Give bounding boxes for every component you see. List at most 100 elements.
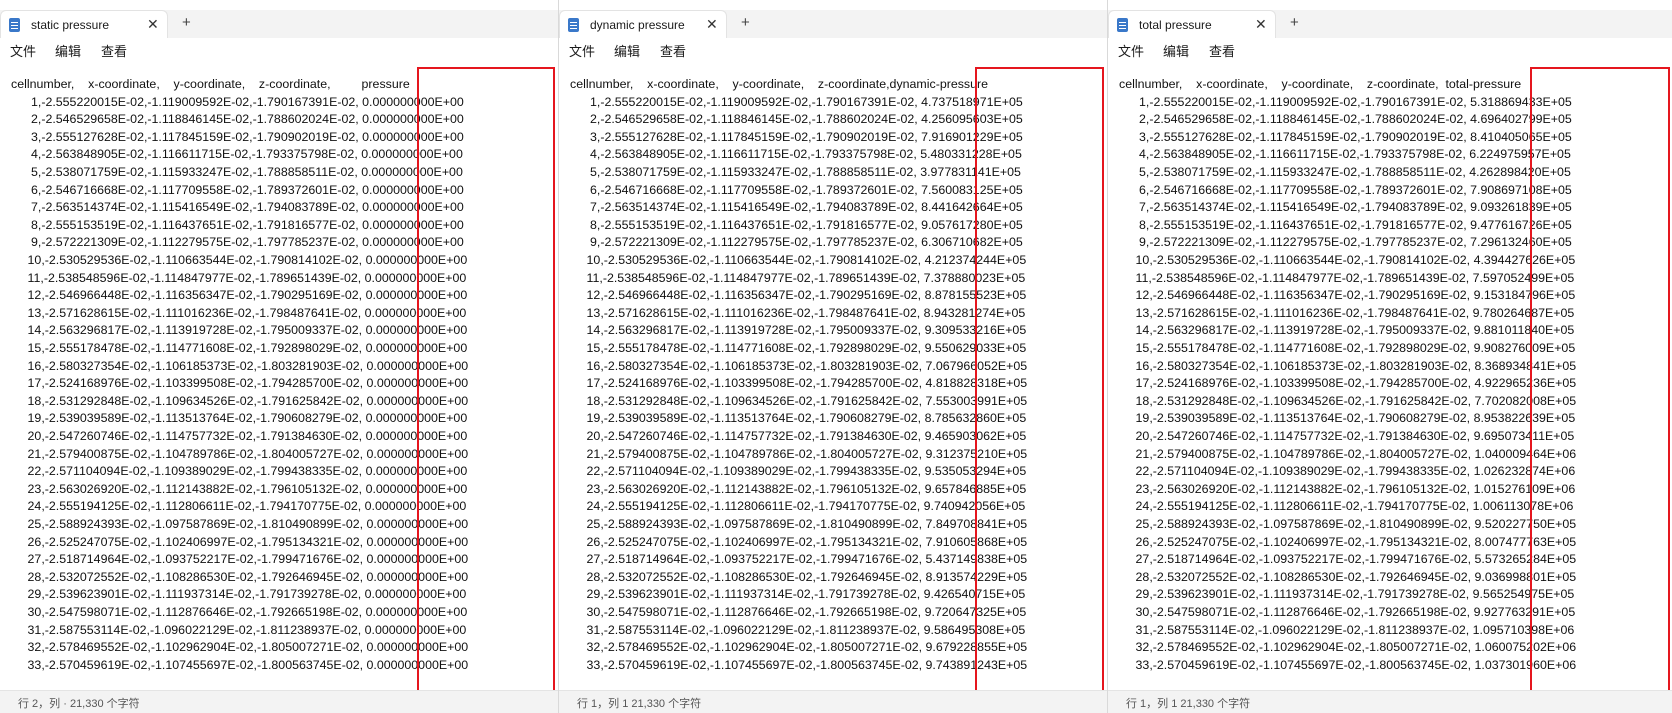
data-line: 11,-2.538548596E-02,-1.114847977E-02,-1.… [1108, 270, 1575, 285]
data-line: 31,-2.587553114E-02,-1.096022129E-02,-1.… [0, 622, 467, 637]
data-line: 4,-2.563848905E-02,-1.116611715E-02,-1.7… [1108, 147, 1571, 162]
status-text: 行 1，列 1 21,330 个字符 [577, 698, 702, 710]
data-line: 19,-2.539039589E-02,-1.113513764E-02,-1.… [0, 411, 468, 426]
menu-view[interactable]: 查看 [660, 41, 686, 60]
menu-file[interactable]: 文件 [1118, 41, 1144, 60]
data-line: 23,-2.563026920E-02,-1.112143882E-02,-1.… [0, 481, 468, 496]
data-line: 14,-2.563296817E-02,-1.113919728E-02,-1.… [559, 323, 1027, 338]
data-line: 18,-2.531292848E-02,-1.109634526E-02,-1.… [559, 393, 1028, 408]
menu-bar: 文件 编辑 查看 [1108, 38, 1672, 62]
data-line: 12,-2.546966448E-02,-1.116356347E-02,-1.… [559, 288, 1027, 303]
data-line: 33,-2.570459619E-02,-1.107455697E-02,-1.… [559, 657, 1028, 672]
new-tab-button[interactable]: + [182, 14, 191, 32]
data-line: 26,-2.525247075E-02,-1.102406997E-02,-1.… [0, 534, 469, 549]
data-line: 21,-2.579400875E-02,-1.104789786E-02,-1.… [559, 446, 1028, 461]
tab-static-pressure[interactable]: static pressure ✕ [0, 10, 168, 38]
tab-title: total pressure [1139, 18, 1212, 32]
data-line: 12,-2.546966448E-02,-1.116356347E-02,-1.… [0, 288, 468, 303]
text-editor-area[interactable]: cellnumber, x-coordinate, y-coordinate, … [0, 76, 558, 691]
menu-bar: 文件 编辑 查看 [559, 38, 1107, 62]
menu-edit[interactable]: 编辑 [55, 41, 81, 60]
tab-title: dynamic pressure [590, 18, 685, 32]
document-icon [568, 18, 579, 32]
status-text: 行 2，列 · 21,330 个字符 [18, 698, 140, 710]
data-line: 28,-2.532072552E-02,-1.108286530E-02,-1.… [0, 569, 469, 584]
data-line: 3,-2.555127628E-02,-1.117845159E-02,-1.7… [0, 129, 464, 144]
data-line: 9,-2.572221309E-02,-1.112279575E-02,-1.7… [1108, 235, 1572, 250]
menu-view[interactable]: 查看 [101, 41, 127, 60]
tab-dynamic-pressure[interactable]: dynamic pressure ✕ [559, 10, 727, 38]
data-line: 20,-2.547260746E-02,-1.114757732E-02,-1.… [559, 429, 1027, 443]
menu-edit[interactable]: 编辑 [614, 41, 640, 60]
data-line: 26,-2.525247075E-02,-1.102406997E-02,-1.… [1108, 534, 1577, 549]
data-line: 22,-2.571104094E-02,-1.109389029E-02,-1.… [1108, 464, 1576, 479]
data-line: 2,-2.546529658E-02,-1.118846145E-02,-1.7… [0, 112, 464, 127]
data-line: 32,-2.578469552E-02,-1.102962904E-02,-1.… [0, 640, 469, 655]
data-line: 8,-2.555153519E-02,-1.116437651E-02,-1.7… [1108, 217, 1572, 232]
data-line: 19,-2.539039589E-02,-1.113513764E-02,-1.… [559, 411, 1027, 426]
data-line: 33,-2.570459619E-02,-1.107455697E-02,-1.… [0, 657, 469, 672]
data-line: 3,-2.555127628E-02,-1.117845159E-02,-1.7… [559, 129, 1023, 144]
data-line: 24,-2.555194125E-02,-1.112806611E-02,-1.… [1108, 499, 1574, 514]
data-line: 11,-2.538548596E-02,-1.114847977E-02,-1.… [559, 270, 1026, 285]
data-line: 22,-2.571104094E-02,-1.109389029E-02,-1.… [0, 464, 468, 479]
data-line: 15,-2.555178478E-02,-1.114771608E-02,-1.… [0, 341, 468, 355]
menu-edit[interactable]: 编辑 [1163, 41, 1189, 60]
close-tab-icon[interactable]: ✕ [706, 16, 718, 32]
data-line: 8,-2.555153519E-02,-1.116437651E-02,-1.7… [559, 217, 1023, 232]
data-line: 25,-2.588924393E-02,-1.097587869E-02,-1.… [0, 517, 469, 531]
data-line: 27,-2.518714964E-02,-1.093752217E-02,-1.… [1108, 552, 1577, 567]
data-line: 5,-2.538071759E-02,-1.115933247E-02,-1.7… [1108, 165, 1571, 179]
menu-file[interactable]: 文件 [10, 41, 36, 60]
data-line: 17,-2.524168976E-02,-1.103399508E-02,-1.… [0, 376, 469, 391]
data-line: 8,-2.555153519E-02,-1.116437651E-02,-1.7… [0, 217, 464, 232]
data-line: 29,-2.539623901E-02,-1.111937314E-02,-1.… [0, 587, 467, 602]
data-line: 7,-2.563514374E-02,-1.115416549E-02,-1.7… [0, 200, 464, 215]
data-line: 2,-2.546529658E-02,-1.118846145E-02,-1.7… [1108, 112, 1572, 127]
data-line: 14,-2.563296817E-02,-1.113919728E-02,-1.… [1108, 323, 1575, 338]
tab-total-pressure[interactable]: total pressure ✕ [1108, 10, 1276, 38]
data-line: 23,-2.563026920E-02,-1.112143882E-02,-1.… [559, 481, 1027, 496]
data-line: 27,-2.518714964E-02,-1.093752217E-02,-1.… [559, 552, 1028, 567]
data-line: 21,-2.579400875E-02,-1.104789786E-02,-1.… [0, 446, 469, 461]
data-line: 18,-2.531292848E-02,-1.109634526E-02,-1.… [1108, 393, 1577, 408]
data-line: 18,-2.531292848E-02,-1.109634526E-02,-1.… [0, 393, 469, 408]
data-line: 6,-2.546716668E-02,-1.117709558E-02,-1.7… [0, 182, 464, 197]
data-line: 17,-2.524168976E-02,-1.103399508E-02,-1.… [1108, 376, 1577, 391]
data-line: 10,-2.530529536E-02,-1.110663544E-02,-1.… [559, 253, 1027, 267]
notepad-window-static-pressure: static pressure ✕ + 文件 编辑 查看 cellnumber,… [0, 0, 558, 713]
close-tab-icon[interactable]: ✕ [1255, 16, 1267, 32]
close-tab-icon[interactable]: ✕ [147, 16, 159, 32]
notepad-window-total-pressure: total pressure ✕ + 文件 编辑 查看 cellnumber, … [1108, 0, 1672, 713]
data-line: 21,-2.579400875E-02,-1.104789786E-02,-1.… [1108, 446, 1577, 461]
data-line: 9,-2.572221309E-02,-1.112279575E-02,-1.7… [0, 235, 464, 250]
new-tab-button[interactable]: + [741, 14, 750, 32]
data-line: 11,-2.538548596E-02,-1.114847977E-02,-1.… [0, 270, 467, 285]
data-line: 3,-2.555127628E-02,-1.117845159E-02,-1.7… [1108, 129, 1572, 144]
data-line: 28,-2.532072552E-02,-1.108286530E-02,-1.… [559, 569, 1028, 584]
data-line: 4,-2.563848905E-02,-1.116611715E-02,-1.7… [559, 147, 1022, 162]
menu-view[interactable]: 查看 [1209, 41, 1235, 60]
data-line: 31,-2.587553114E-02,-1.096022129E-02,-1.… [559, 622, 1026, 637]
data-line: 12,-2.546966448E-02,-1.116356347E-02,-1.… [1108, 288, 1576, 303]
data-line: 25,-2.588924393E-02,-1.097587869E-02,-1.… [559, 517, 1028, 531]
document-icon [9, 18, 20, 32]
data-line: 17,-2.524168976E-02,-1.103399508E-02,-1.… [559, 376, 1028, 391]
data-line: 19,-2.539039589E-02,-1.113513764E-02,-1.… [1108, 411, 1576, 426]
data-line: 16,-2.580327354E-02,-1.106185373E-02,-1.… [559, 358, 1028, 373]
menu-file[interactable]: 文件 [569, 41, 595, 60]
text-editor-area[interactable]: cellnumber, x-coordinate, y-coordinate, … [1108, 76, 1672, 691]
data-line: 7,-2.563514374E-02,-1.115416549E-02,-1.7… [1108, 200, 1572, 215]
status-text: 行 1，列 1 21,330 个字符 [1126, 698, 1251, 710]
data-line: 1,-2.555220015E-02,-1.119009592E-02,-1.7… [559, 94, 1023, 109]
data-line: 7,-2.563514374E-02,-1.115416549E-02,-1.7… [559, 200, 1023, 215]
new-tab-button[interactable]: + [1290, 14, 1299, 32]
data-line: 22,-2.571104094E-02,-1.109389029E-02,-1.… [559, 464, 1027, 479]
data-line: 29,-2.539623901E-02,-1.111937314E-02,-1.… [559, 587, 1026, 602]
menu-bar: 文件 编辑 查看 [0, 38, 558, 62]
data-line: 20,-2.547260746E-02,-1.114757732E-02,-1.… [0, 429, 468, 443]
text-editor-area[interactable]: cellnumber, x-coordinate, y-coordinate, … [559, 76, 1107, 691]
data-line: 2,-2.546529658E-02,-1.118846145E-02,-1.7… [559, 112, 1023, 127]
data-line: 6,-2.546716668E-02,-1.117709558E-02,-1.7… [1108, 182, 1572, 197]
data-line: 5,-2.538071759E-02,-1.115933247E-02,-1.7… [0, 165, 463, 179]
